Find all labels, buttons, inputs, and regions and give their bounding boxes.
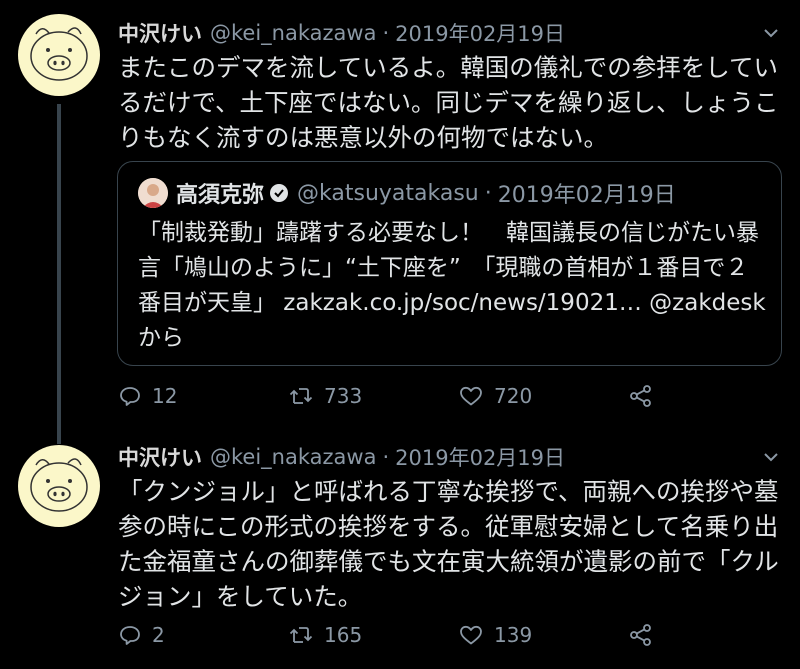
- tweet-actions: 12 733 720: [118, 381, 758, 411]
- heart-icon: [460, 386, 482, 406]
- tweet[interactable]: 中沢けい @kei_nakazawa · 2019年02月19日 「クンジョル」…: [0, 432, 800, 669]
- retweet-count: 733: [324, 384, 363, 408]
- display-name[interactable]: 中沢けい: [118, 18, 202, 48]
- quoted-timestamp: 2019年02月19日: [497, 183, 676, 208]
- retweet-icon: [289, 627, 313, 643]
- share-button[interactable]: [628, 381, 664, 411]
- tweet-header: 中沢けい @kei_nakazawa · 2019年02月19日: [118, 442, 565, 472]
- tweet-header: 中沢けい @kei_nakazawa · 2019年02月19日: [118, 18, 565, 48]
- heart-icon: [460, 625, 482, 645]
- chevron-down-icon[interactable]: [762, 24, 780, 42]
- share-button[interactable]: [628, 620, 664, 650]
- like-button[interactable]: 720: [458, 381, 532, 411]
- reply-icon: [120, 387, 140, 406]
- retweet-count: 165: [324, 623, 363, 647]
- separator-dot: ·: [382, 21, 390, 45]
- chevron-down-icon[interactable]: [762, 448, 780, 466]
- quoted-user-handle: @katsuyatakasu: [297, 180, 479, 206]
- thread-line: [57, 104, 61, 444]
- reply-count: 12: [152, 384, 178, 408]
- quoted-display-name: 高須克弥: [176, 183, 265, 208]
- like-button[interactable]: 139: [458, 620, 532, 650]
- tweet-text: またこのデマを流しているよ。韓国の儀礼での参拝をしているだけで、土下座ではない。…: [118, 53, 779, 152]
- quoted-tweet-header: 高須克弥 @katsuyatakasu · 2019年02月19日: [138, 176, 676, 210]
- like-count: 139: [494, 623, 533, 647]
- reply-icon: [120, 626, 140, 645]
- quoted-tweet-text: 「制裁発動」躊躇する必要なし！ 韓国議長の信じがたい暴言「鳩山のように」“土下座…: [138, 220, 766, 351]
- reply-button[interactable]: 2: [118, 620, 165, 650]
- retweet-button[interactable]: 733: [288, 381, 362, 411]
- user-handle[interactable]: @kei_nakazawa: [210, 21, 376, 45]
- user-handle[interactable]: @kei_nakazawa: [210, 445, 376, 469]
- display-name[interactable]: 中沢けい: [118, 442, 202, 472]
- share-icon: [630, 385, 651, 407]
- timestamp[interactable]: 2019年02月19日: [395, 442, 565, 472]
- avatar: [138, 178, 168, 208]
- tweet-text: 「クンジョル」と呼ばれる丁寧な挨拶で、両親への挨拶や墓参の時にこの形式の挨拶をす…: [118, 477, 779, 611]
- share-icon: [630, 624, 651, 646]
- timestamp[interactable]: 2019年02月19日: [395, 18, 565, 48]
- reply-count: 2: [152, 623, 165, 647]
- verified-badge-icon: [270, 184, 289, 202]
- retweet-icon: [289, 388, 313, 404]
- tweet-actions: 2 165 139: [118, 620, 758, 650]
- like-count: 720: [494, 384, 533, 408]
- reply-button[interactable]: 12: [118, 381, 177, 411]
- tweet[interactable]: 中沢けい @kei_nakazawa · 2019年02月19日 またこのデマを…: [0, 0, 800, 444]
- quoted-tweet[interactable]: 高須克弥 @katsuyatakasu · 2019年02月19日 「制裁発動」…: [117, 161, 782, 366]
- separator-dot: ·: [484, 180, 492, 206]
- avatar[interactable]: [18, 445, 100, 527]
- separator-dot: ·: [382, 445, 390, 469]
- retweet-button[interactable]: 165: [288, 620, 362, 650]
- avatar[interactable]: [18, 14, 100, 96]
